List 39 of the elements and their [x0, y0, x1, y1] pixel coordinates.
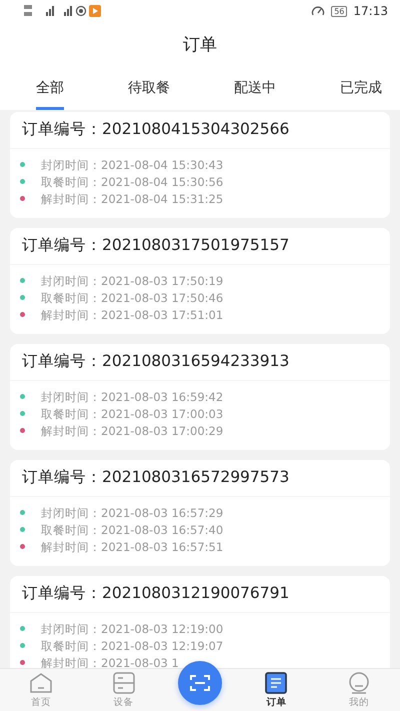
order-number: 订单编号：2021080415304302566 [10, 116, 390, 149]
event-time: 封闭时间：2021-08-03 17:50:19 [41, 274, 224, 288]
event-time: 解封时间：2021-08-04 15:31:25 [41, 192, 224, 206]
order-number: 订单编号：2021080316594233913 [10, 348, 390, 381]
order-card[interactable]: 订单编号：2021080312190076791 封闭时间：2021-08-03 12:19:00 取餐时间：2021-08-03 12:19:07 解封时间：2021-08-03 1 [10, 576, 390, 668]
event-time: 封闭时间：2021-08-03 12:19:00 [41, 622, 224, 636]
filter-tab[interactable]: 配送中 [234, 66, 276, 110]
document-icon [265, 672, 288, 694]
event-time: 封闭时间：2021-08-03 16:57:29 [41, 506, 224, 520]
speed-icon [311, 5, 326, 17]
order-card[interactable]: 订单编号：2021080316594233913 封闭时间：2021-08-03 16:59:42 取餐时间：2021-08-03 17:00:03 解封时间：2021-08-03 17:00:29 [10, 344, 390, 450]
filter-tab[interactable]: 已完成 [340, 66, 382, 110]
device-icon [112, 672, 136, 694]
event-time: 解封时间：2021-08-03 17:51:01 [41, 308, 224, 322]
event-time: 封闭时间：2021-08-04 15:30:43 [41, 158, 224, 172]
nav-tab[interactable]: 订单 [248, 672, 304, 709]
event-time: 取餐时间：2021-08-03 17:00:03 [41, 406, 224, 420]
event-time: 解封时间：2021-08-03 16:57:51 [41, 540, 224, 554]
event-time: 取餐时间：2021-08-03 17:50:46 [41, 290, 224, 304]
order-number: 订单编号：2021080317501975157 [10, 232, 390, 265]
scan-icon [190, 674, 210, 692]
event-time: 取餐时间：2021-08-04 15:30:56 [41, 174, 224, 188]
filter-tab[interactable]: 待取餐 [128, 66, 170, 110]
order-number: 订单编号：2021080316572997573 [10, 464, 390, 497]
event-time: 取餐时间：2021-08-03 12:19:07 [41, 638, 224, 652]
clock-time: 17:13 [353, 4, 388, 18]
battery-level: 56 [331, 6, 348, 16]
event-time: 解封时间：2021-08-03 1 [41, 656, 179, 668]
profile-icon [346, 672, 371, 694]
event-time: 解封时间：2021-08-03 17:00:29 [41, 424, 224, 438]
event-time: 封闭时间：2021-08-03 16:59:42 [41, 390, 224, 404]
order-card[interactable]: 订单编号：2021080317501975157 封闭时间：2021-08-03 17:50:19 取餐时间：2021-08-03 17:50:46 解封时间：2021-08-03 17:51:01 [10, 228, 390, 334]
order-card[interactable]: 订单编号：2021080316572997573 封闭时间：2021-08-03 16:57:29 取餐时间：2021-08-03 16:57:40 解封时间：2021-08-03 16:57:51 [10, 460, 390, 566]
home-icon [29, 672, 54, 694]
event-time: 取餐时间：2021-08-03 16:57:40 [41, 522, 224, 536]
scan-button[interactable] [178, 661, 222, 705]
order-number: 订单编号：2021080312190076791 [10, 580, 390, 613]
order-card[interactable]: 订单编号：2021080415304302566 封闭时间：2021-08-04 15:30:43 取餐时间：2021-08-04 15:30:56 解封时间：2021-08-04 15:31:25 [10, 112, 390, 218]
page-title: 订单 [183, 34, 217, 56]
